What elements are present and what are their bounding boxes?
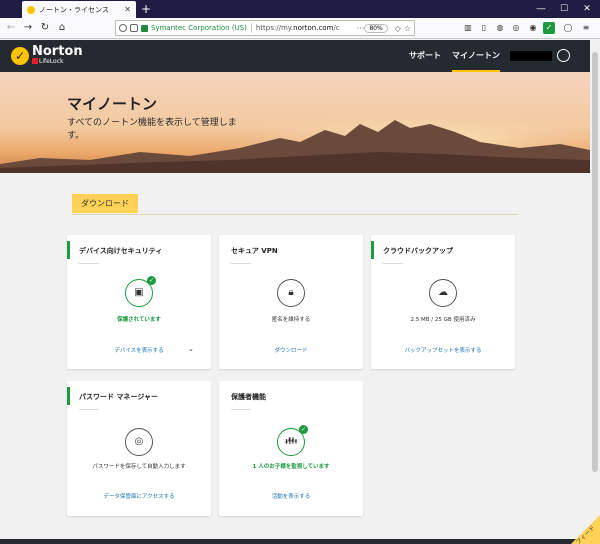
browser-toolbar: ← → ↻ ⌂ Symantec Corporation (US) https:… [0, 18, 600, 39]
home-icon[interactable]: ⌂ [55, 21, 69, 35]
card-title: クラウドバックアップ [383, 247, 453, 255]
card-link-view-backup[interactable]: バックアップセットを表示する [371, 346, 515, 354]
card-device-security: デバイス向けセキュリティ ▣ ✓ 保護されています デバイスを表示する ⌄ [67, 235, 211, 369]
nav-support[interactable]: サポート [409, 40, 441, 72]
extension-2-icon[interactable]: ◎ [510, 22, 522, 34]
cloud-upload-icon: ☁ [429, 279, 457, 307]
info-icon[interactable] [119, 24, 127, 32]
norton-safe-web-icon[interactable]: ✓ [543, 22, 555, 34]
card-link-download[interactable]: ダウンロード [219, 346, 363, 354]
check-badge-icon: ✓ [299, 425, 308, 434]
check-badge-icon: ✓ [147, 276, 156, 285]
card-status: 1 人のお子様を監視しています [252, 464, 330, 470]
card-secure-vpn: セキュア VPN 🔒︎ 匿名を維持する ダウンロード [219, 235, 363, 369]
card-status: 保護されています [117, 317, 161, 323]
download-button[interactable]: ダウンロード [72, 194, 138, 213]
lifelock-mark-icon [32, 58, 38, 64]
hero-banner: マイノートン すべてのノートン機能を表示して管理します。 [0, 72, 590, 173]
card-title: パスワード マネージャー [79, 393, 158, 401]
library-icon[interactable]: ▥ [462, 22, 474, 34]
card-cloud-backup: クラウドバックアップ ☁ 2.5 MB / 25 GB 使用済み バックアップセ… [371, 235, 515, 369]
fingerprint-icon: ◎ [125, 428, 153, 456]
page-scrollbar[interactable] [590, 40, 600, 544]
card-status: 2.5 MB / 25 GB 使用済み [410, 317, 476, 323]
brand-name: Norton [32, 44, 83, 59]
url-separator [250, 23, 252, 33]
url-text[interactable]: https://my.norton.com/c [256, 24, 354, 32]
norton-header: ✓ Norton LifeLock サポート マイノートン [0, 40, 590, 72]
page-subtitle: すべてのノートン機能を表示して管理します。 [67, 118, 237, 141]
card-password-manager: パスワード マネージャー ◎ パスワードを保存して自動入力します データ保管庫に… [67, 381, 211, 516]
extension-1-icon[interactable]: ◍ [494, 22, 506, 34]
brand-sub: LifeLock [39, 58, 64, 65]
maximize-icon[interactable]: ☐ [553, 0, 575, 18]
card-status: 匿名を維持する [271, 317, 311, 323]
zoom-level[interactable]: 80% [364, 23, 388, 33]
feedback-label: フィード [574, 524, 597, 544]
page-title: マイノートン [67, 95, 158, 113]
card-title: デバイス向けセキュリティ [79, 247, 163, 255]
avatar[interactable] [557, 49, 570, 62]
lock-icon: 🔒︎ [277, 279, 305, 307]
card-title-underline [231, 263, 251, 264]
back-icon[interactable]: ← [4, 21, 18, 35]
card-accent [67, 241, 70, 259]
close-window-icon[interactable]: ✕ [576, 0, 598, 18]
card-accent [67, 387, 70, 405]
card-title-underline [79, 263, 99, 264]
scrollbar-thumb[interactable] [592, 52, 598, 472]
tracking-shield-icon[interactable] [130, 24, 138, 32]
forward-icon[interactable]: → [21, 21, 35, 35]
certificate-org: Symantec Corporation (US) [151, 24, 247, 32]
chevron-down-icon[interactable]: ⌄ [188, 345, 194, 353]
minimize-icon[interactable]: ― [530, 0, 552, 18]
card-title-underline [79, 409, 99, 410]
pocket-icon[interactable]: ◇ [395, 24, 401, 33]
bookmark-star-icon[interactable]: ☆ [404, 24, 411, 33]
card-title: セキュア VPN [231, 247, 278, 255]
more-actions-icon[interactable]: ··· [357, 24, 365, 33]
norton-logo[interactable]: ✓ Norton LifeLock [11, 44, 83, 65]
nav-my-norton[interactable]: マイノートン [452, 40, 500, 72]
norton-favicon-icon [27, 5, 35, 14]
close-tab-icon[interactable]: ✕ [124, 5, 131, 14]
browser-titlebar: ノートン・ライセンス ✕ + ― ☐ ✕ [0, 0, 600, 18]
card-title-underline [231, 409, 251, 410]
card-status: パスワードを保存して自動入力します [92, 464, 186, 470]
page-footer-bar [0, 539, 590, 544]
card-title: 保護者機能 [231, 393, 266, 401]
card-title-underline [383, 263, 403, 264]
card-link-view-activity[interactable]: 活動を表示する [219, 492, 363, 500]
reload-icon[interactable]: ↻ [38, 21, 52, 35]
tab-title: ノートン・ライセンス [39, 5, 109, 14]
card-accent [371, 241, 374, 259]
menu-icon[interactable]: ≡ [580, 22, 592, 34]
lock-icon[interactable] [141, 24, 148, 32]
browser-tab[interactable]: ノートン・ライセンス ✕ [22, 1, 136, 18]
section-divider [72, 214, 518, 215]
norton-ext-icon[interactable]: ◉ [527, 22, 539, 34]
norton-check-icon: ✓ [11, 46, 29, 65]
new-tab-button[interactable]: + [141, 1, 151, 17]
sidebar-icon[interactable]: ▯ [478, 22, 490, 34]
card-link-access-vault[interactable]: データ保管庫にアクセスする [67, 492, 211, 500]
user-name-redacted[interactable] [510, 51, 552, 61]
account-icon[interactable]: ◯ [562, 22, 574, 34]
card-parental-control: 保護者機能 👪︎ ✓ 1 人のお子様を監視しています 活動を表示する [219, 381, 363, 516]
url-bar[interactable]: Symantec Corporation (US) https://my.nor… [115, 20, 415, 36]
